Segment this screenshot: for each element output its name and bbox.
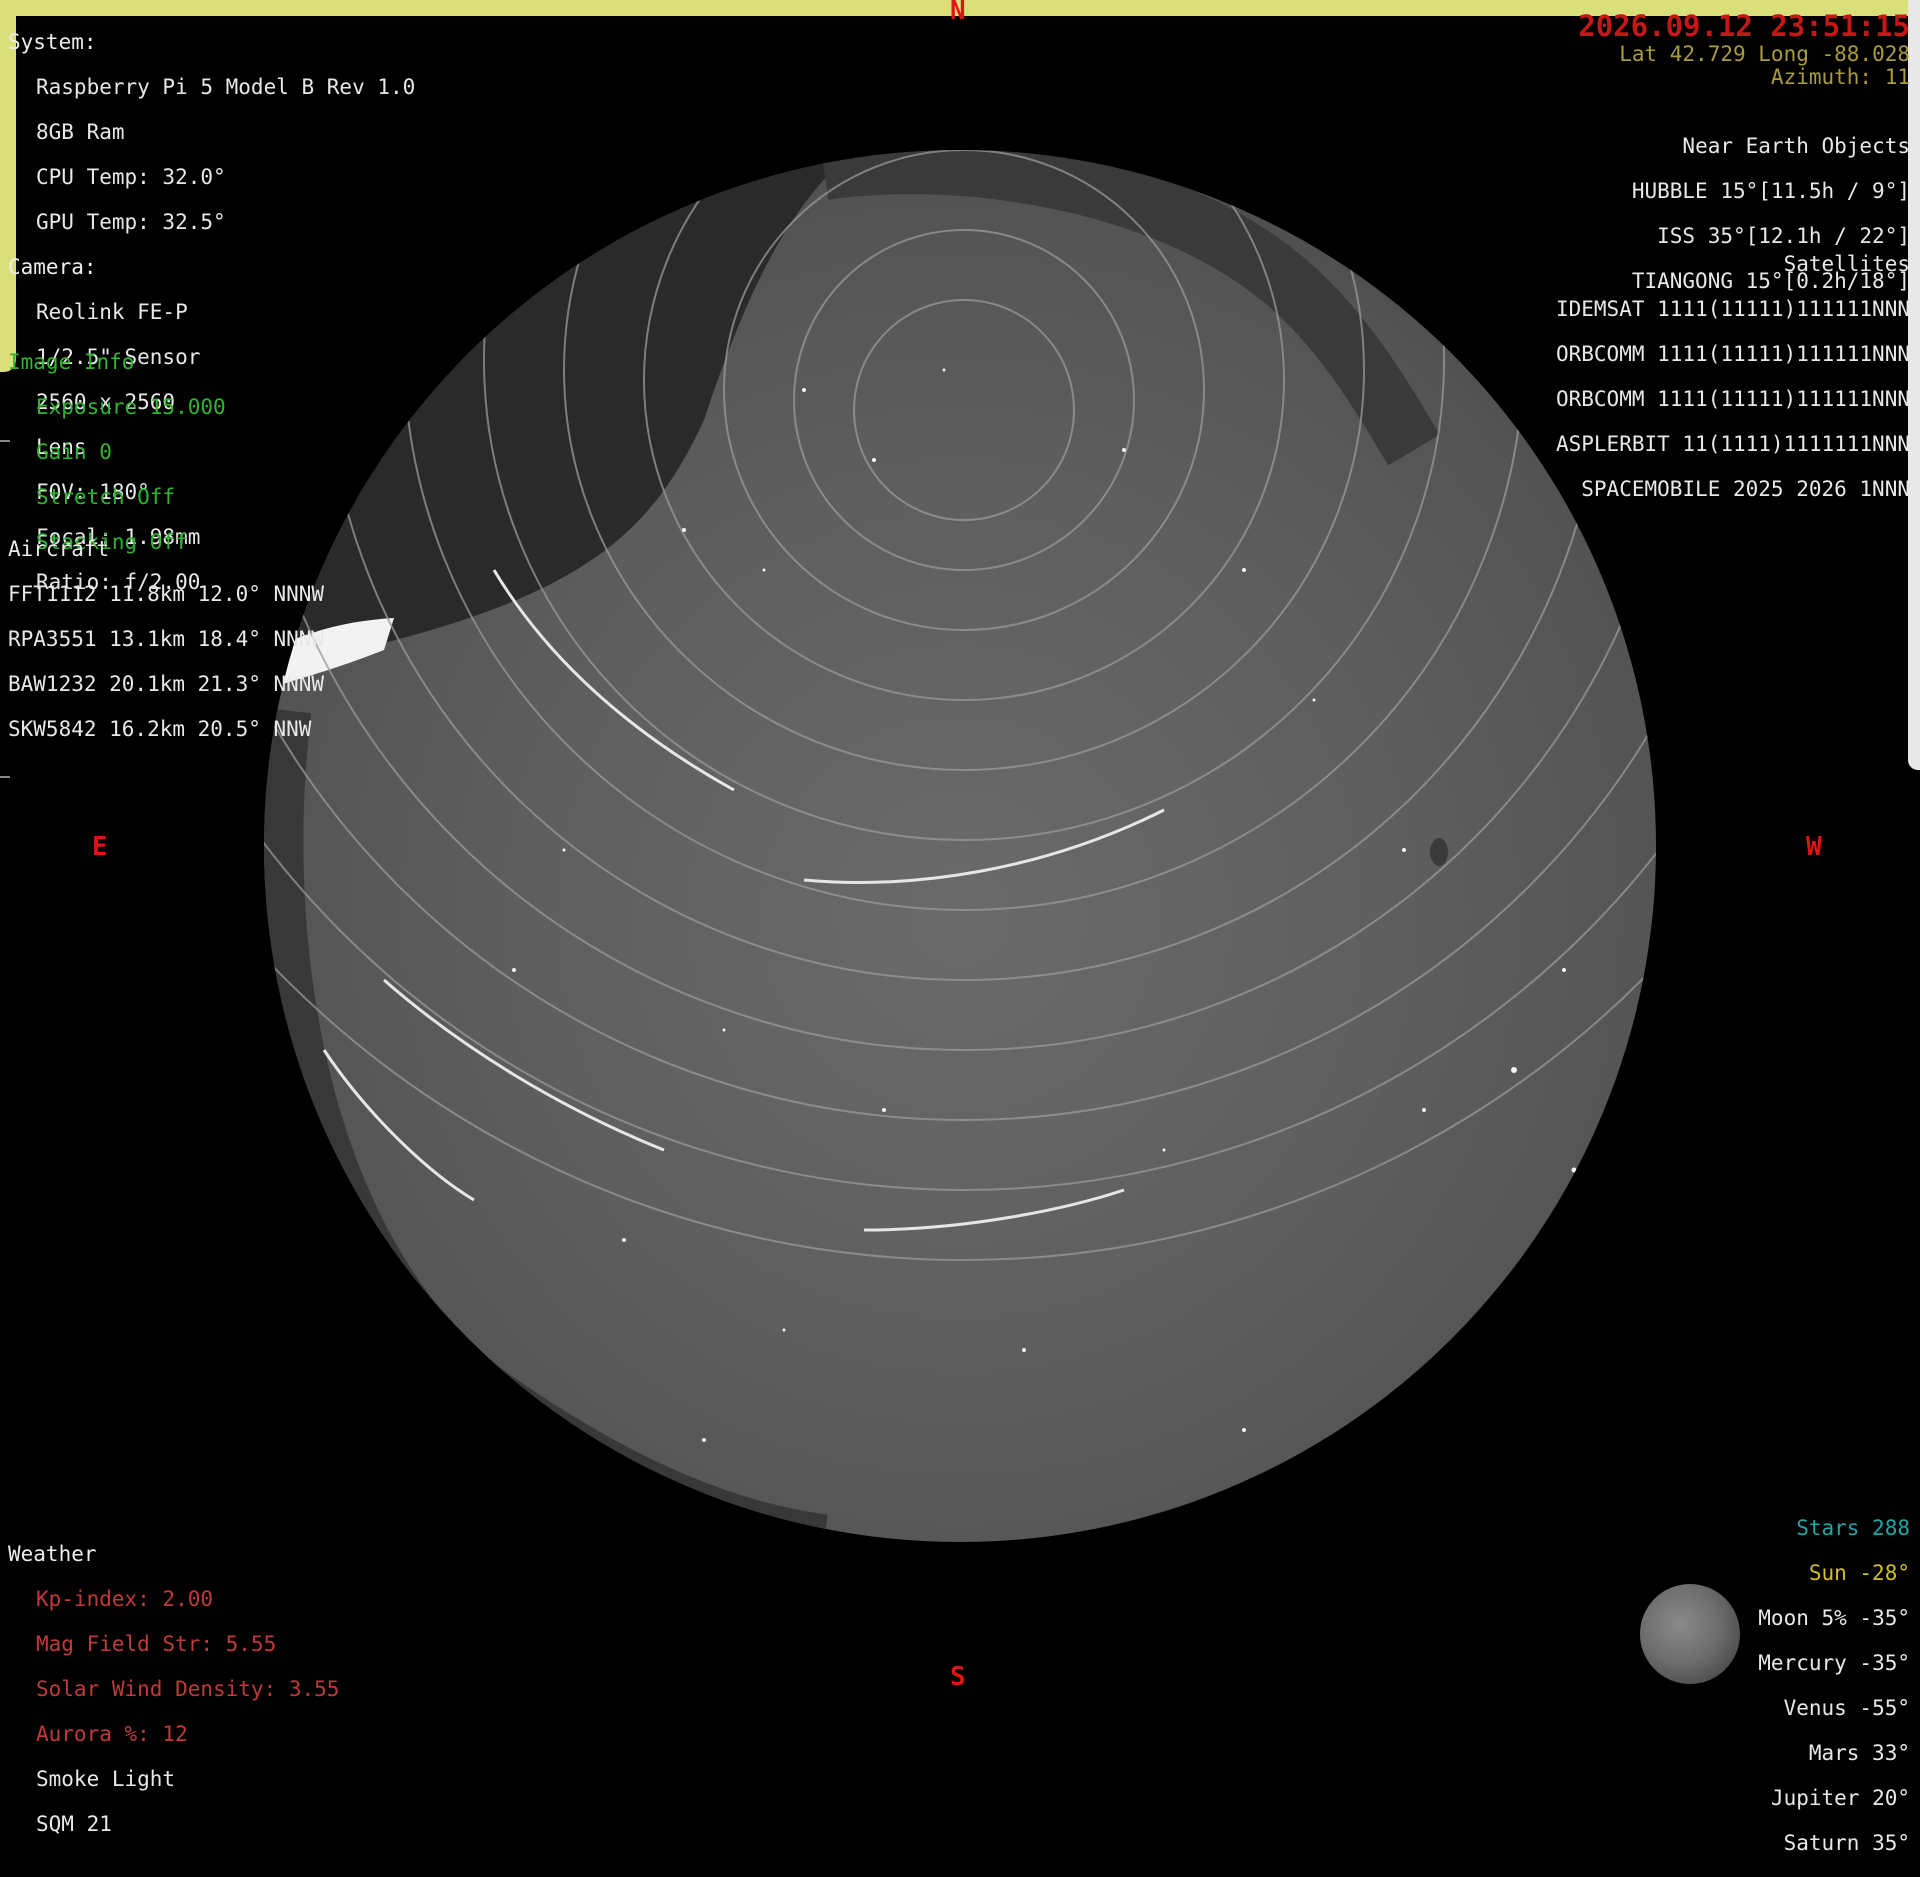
satellite-row: ASPLERBIT 11(1111)1111111NNN xyxy=(1555,431,1910,456)
satellite-row: IDEMSAT 1111(11111)111111NNN xyxy=(1555,296,1910,321)
compass-north: N xyxy=(950,0,966,26)
aircraft-row: FFT1112 11.8km 12.0° NNNW xyxy=(8,581,325,606)
venus-altitude: Venus -55° xyxy=(1783,1695,1910,1720)
system-board: Raspberry Pi 5 Model B Rev 1.0 xyxy=(36,74,416,99)
camera-header: Camera: xyxy=(8,254,97,279)
saturn-altitude: Saturn 35° xyxy=(1783,1830,1910,1855)
compass-east: E xyxy=(92,832,108,862)
camera-model: Reolink FE-P xyxy=(36,299,188,324)
aurora-percent: Aurora %: 12 xyxy=(36,1721,188,1746)
neo-row: HUBBLE 15°[11.5h / 9°] xyxy=(1631,178,1910,203)
image-gain: Gain 0 xyxy=(36,439,112,464)
gpu-temp: GPU Temp: 32.5° xyxy=(36,209,226,234)
satellites-header: Satellites xyxy=(1783,251,1910,276)
weather-header: Weather xyxy=(8,1541,97,1566)
compass-south: S xyxy=(950,1662,966,1692)
lens-spot xyxy=(1430,838,1448,866)
image-stretch: Stretch Off xyxy=(36,484,176,509)
mag-field: Mag Field Str: 5.55 xyxy=(36,1631,277,1656)
compass-west: W xyxy=(1806,832,1822,862)
cpu-temp: CPU Temp: 32.0° xyxy=(36,164,226,189)
weather-panel: Weather Kp-index: 2.00 Mag Field Str: 5.… xyxy=(8,1520,339,1858)
jupiter-altitude: Jupiter 20° xyxy=(1770,1785,1910,1810)
image-info-header: Image Info xyxy=(8,349,135,374)
moon-phase-icon xyxy=(1640,1584,1740,1684)
star-trails xyxy=(264,150,1656,1542)
satellite-row: SPACEMOBILE 2025 2026 1NNN xyxy=(1581,476,1910,501)
aircraft-row: SKW5842 16.2km 20.5° NNW xyxy=(8,716,312,741)
system-ram: 8GB Ram xyxy=(36,119,125,144)
aircraft-panel: Aircraft FFT1112 11.8km 12.0° NNNW RPA35… xyxy=(8,515,324,763)
allsky-image xyxy=(264,150,1656,1542)
kp-index: Kp-index: 2.00 xyxy=(36,1586,214,1611)
datetime: 2026.09.12 23:51:15 xyxy=(1578,9,1910,43)
azimuth: Azimuth: 11 xyxy=(1770,65,1910,89)
mars-altitude: Mars 33° xyxy=(1808,1740,1910,1765)
smoke-level: Smoke Light xyxy=(36,1766,176,1791)
sqm-value: SQM 21 xyxy=(36,1811,112,1836)
satellite-row: ORBCOMM 1111(11111)111111NNN xyxy=(1555,341,1910,366)
satellites-panel: Satellites IDEMSAT 1111(11111)111111NNN … xyxy=(1556,230,1910,523)
sun-altitude: Sun -28° xyxy=(1808,1560,1910,1585)
treeline-bottom-left xyxy=(264,707,828,1542)
planets-panel: Stars 288 Sun -28° Moon 5% -35° Mercury … xyxy=(1758,1494,1910,1877)
stars xyxy=(512,368,1577,1442)
bright-trails xyxy=(322,569,1165,1232)
location: Lat 42.729 Long -88.028 xyxy=(1619,42,1910,66)
satellite-row: ORBCOMM 1111(11111)111111NNN xyxy=(1555,386,1910,411)
mercury-altitude: Mercury -35° xyxy=(1758,1650,1910,1675)
stars-count: Stars 288 xyxy=(1796,1515,1910,1540)
solar-wind: Solar Wind Density: 3.55 xyxy=(36,1676,340,1701)
aircraft-row: RPA3551 13.1km 18.4° NNNW xyxy=(8,626,325,651)
neo-header: Near Earth Objects xyxy=(1682,133,1910,158)
aircraft-row: BAW1232 20.1km 21.3° NNNW xyxy=(8,671,325,696)
moon-altitude: Moon 5% -35° xyxy=(1758,1605,1910,1630)
image-exposure: Exposure 15.000 xyxy=(36,394,226,419)
aircraft-header: Aircraft xyxy=(8,536,110,561)
system-header: System: xyxy=(8,29,97,54)
left-tick xyxy=(0,776,10,778)
